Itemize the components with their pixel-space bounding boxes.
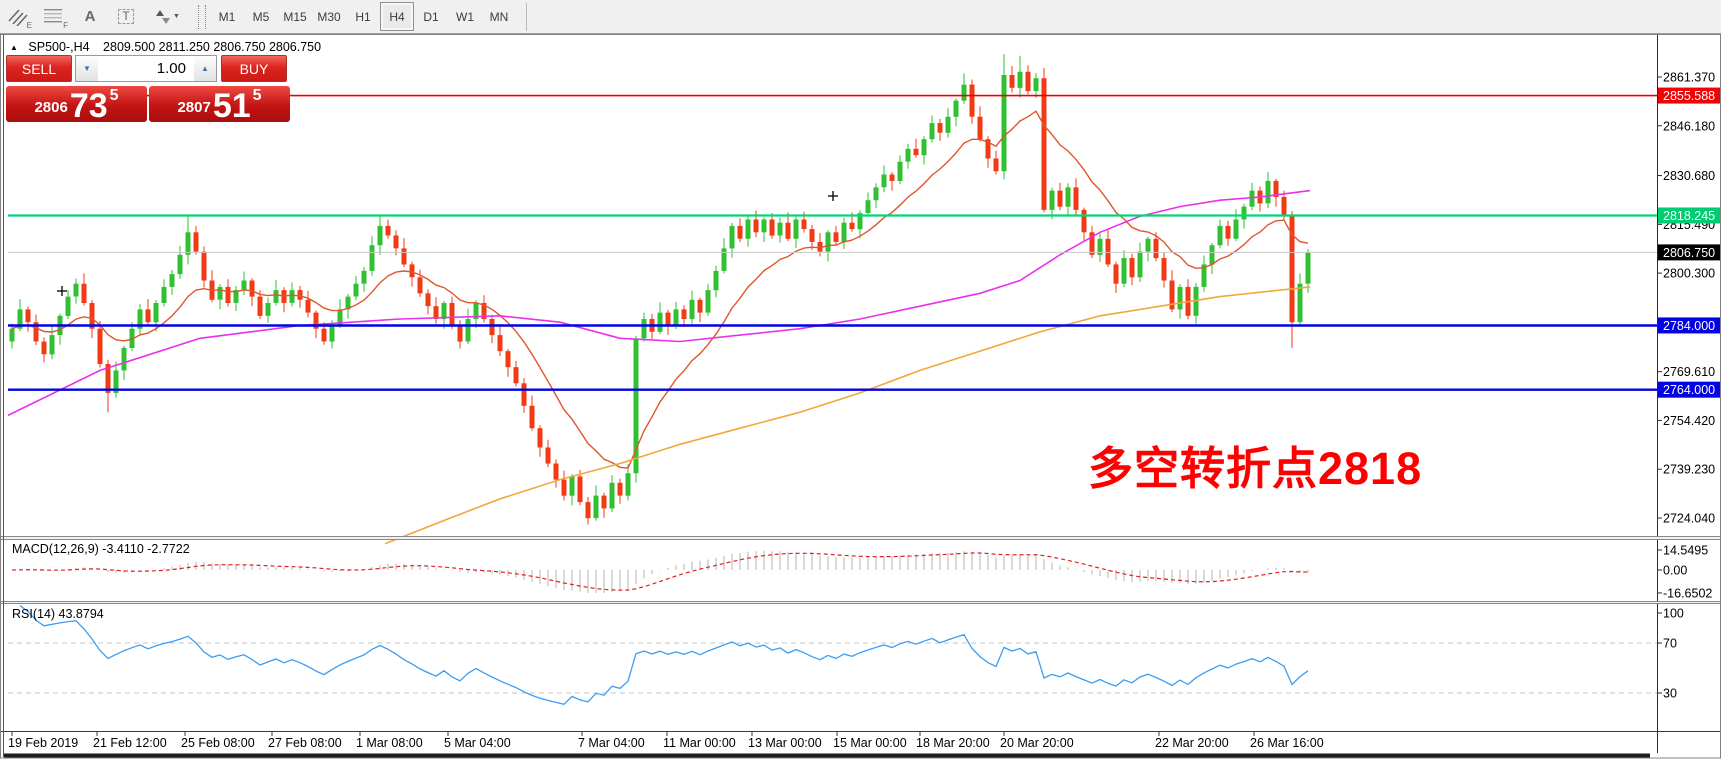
equidistant-channel-button[interactable]: E bbox=[1, 3, 35, 31]
price-badge-label: 2855.588 bbox=[1663, 89, 1715, 103]
symbol-period-label: SP500-,H4 bbox=[28, 40, 89, 54]
equidistant-channel-icon bbox=[8, 8, 28, 26]
text-label-tool-button[interactable]: T bbox=[109, 3, 143, 31]
chart-window-border bbox=[1, 35, 1721, 759]
buy-button[interactable]: BUY bbox=[221, 55, 287, 82]
sell-button[interactable]: SELL bbox=[6, 55, 72, 82]
fibonacci-tool-button[interactable]: F bbox=[37, 3, 71, 31]
time-axis-label: 13 Mar 00:00 bbox=[748, 736, 822, 750]
chevron-up-icon: ▲ bbox=[201, 64, 209, 73]
macd-axis-label: 0.00 bbox=[1663, 564, 1687, 578]
toolbar: E F A T ▼ M1M5M15M30H1H4D1W1MN bbox=[0, 0, 1721, 34]
timeframe-button-m5[interactable]: M5 bbox=[244, 2, 278, 31]
time-axis-label: 5 Mar 04:00 bbox=[444, 736, 511, 750]
timeframe-button-h4[interactable]: H4 bbox=[380, 2, 414, 31]
time-axis-label: 11 Mar 00:00 bbox=[663, 736, 736, 750]
price-axis-label: 2861.370 bbox=[1663, 71, 1715, 85]
macd-label: MACD(12,26,9) -3.4110 -2.7722 bbox=[12, 542, 190, 556]
price-badge-label: 2818.245 bbox=[1663, 209, 1715, 223]
price-badge-label: 2764.000 bbox=[1663, 383, 1715, 397]
letter-a-icon: A bbox=[85, 8, 96, 25]
macd-axis-label: 14.5495 bbox=[1663, 543, 1708, 557]
toolbar-separator bbox=[526, 3, 527, 31]
rsi-label: RSI(14) 43.8794 bbox=[12, 607, 104, 621]
chart-title: ▲ SP500-,H4 2809.500 2811.250 2806.750 2… bbox=[10, 40, 321, 54]
time-axis-label: 27 Feb 08:00 bbox=[268, 736, 342, 750]
time-axis-label: 20 Mar 20:00 bbox=[1000, 736, 1074, 750]
rsi-axis-label: 70 bbox=[1663, 637, 1677, 651]
rsi-axis-label: 30 bbox=[1663, 687, 1677, 701]
price-axis-label: 2724.040 bbox=[1663, 512, 1715, 526]
toolbar-drag-handle[interactable] bbox=[198, 5, 206, 29]
time-axis-label: 7 Mar 04:00 bbox=[578, 736, 645, 750]
price-axis-label: 2739.230 bbox=[1663, 463, 1715, 477]
ohlc-values: 2809.500 2811.250 2806.750 2806.750 bbox=[103, 40, 321, 54]
timeframe-button-w1[interactable]: W1 bbox=[448, 2, 482, 31]
trade-panel-toggle-icon[interactable]: ▲ bbox=[10, 43, 18, 52]
text-label-icon: T bbox=[118, 9, 133, 24]
timeframe-button-d1[interactable]: D1 bbox=[414, 2, 448, 31]
tool-sub-label: F bbox=[63, 21, 68, 30]
arrow-objects-button[interactable]: ▼ bbox=[145, 3, 191, 31]
one-click-trade-panel: SELL ▼ ▲ BUY 2806735 2807515 bbox=[6, 55, 294, 122]
time-axis-label: 22 Mar 20:00 bbox=[1155, 736, 1229, 750]
timeframe-button-h1[interactable]: H1 bbox=[346, 2, 380, 31]
timeframe-button-m15[interactable]: M15 bbox=[278, 2, 312, 31]
fibonacci-grid-icon bbox=[44, 8, 64, 26]
bottom-bar bbox=[4, 754, 1650, 758]
rsi-axis-label: 100 bbox=[1663, 607, 1684, 621]
timeframe-button-mn[interactable]: MN bbox=[482, 2, 516, 31]
macd-signal-line bbox=[12, 553, 1308, 590]
timeframe-button-m1[interactable]: M1 bbox=[210, 2, 244, 31]
chart-window: 2861.3702846.1802830.6802815.4902800.300… bbox=[0, 34, 1721, 759]
price-axis-label: 2769.610 bbox=[1663, 365, 1715, 379]
time-axis-label: 19 Feb 2019 bbox=[8, 736, 78, 750]
price-axis-label: 2846.180 bbox=[1663, 119, 1715, 133]
timeframe-buttons: M1M5M15M30H1H4D1W1MN bbox=[210, 2, 516, 31]
rsi-line bbox=[20, 606, 1308, 705]
price-badge-label: 2806.750 bbox=[1663, 246, 1715, 260]
arrow-objects-icon bbox=[156, 9, 170, 25]
buy-price-display[interactable]: 2807515 bbox=[149, 86, 290, 122]
ma-fast-line bbox=[12, 111, 1308, 468]
arrow-text-tool-button[interactable]: A bbox=[73, 3, 107, 31]
sell-price-display[interactable]: 2806735 bbox=[6, 86, 147, 122]
price-axis-label: 2800.300 bbox=[1663, 267, 1715, 281]
volume-increase-button[interactable]: ▲ bbox=[194, 55, 217, 82]
time-axis-label: 1 Mar 08:00 bbox=[356, 736, 423, 750]
tool-sub-label: E bbox=[27, 21, 32, 30]
time-axis-label: 18 Mar 20:00 bbox=[916, 736, 990, 750]
time-axis-label: 15 Mar 00:00 bbox=[833, 736, 907, 750]
price-axis-label: 2754.420 bbox=[1663, 414, 1715, 428]
chart-annotation: 多空转折点2818 bbox=[1088, 432, 1422, 497]
chevron-down-icon: ▼ bbox=[83, 64, 91, 73]
price-axis-label: 2830.680 bbox=[1663, 169, 1715, 183]
macd-axis-label: -16.6502 bbox=[1663, 586, 1712, 600]
chart-canvas[interactable]: 2861.3702846.1802830.6802815.4902800.300… bbox=[0, 34, 1721, 759]
ma-medium-line bbox=[8, 191, 1310, 416]
volume-decrease-button[interactable]: ▼ bbox=[75, 55, 98, 82]
price-badge-label: 2784.000 bbox=[1663, 319, 1715, 333]
chevron-down-icon[interactable]: ▼ bbox=[173, 13, 180, 20]
timeframe-button-m30[interactable]: M30 bbox=[312, 2, 346, 31]
time-axis-label: 21 Feb 12:00 bbox=[93, 736, 167, 750]
time-axis-label: 26 Mar 16:00 bbox=[1250, 736, 1324, 750]
volume-input[interactable] bbox=[98, 55, 194, 82]
macd-histogram bbox=[12, 551, 1308, 593]
time-axis-label: 25 Feb 08:00 bbox=[181, 736, 255, 750]
